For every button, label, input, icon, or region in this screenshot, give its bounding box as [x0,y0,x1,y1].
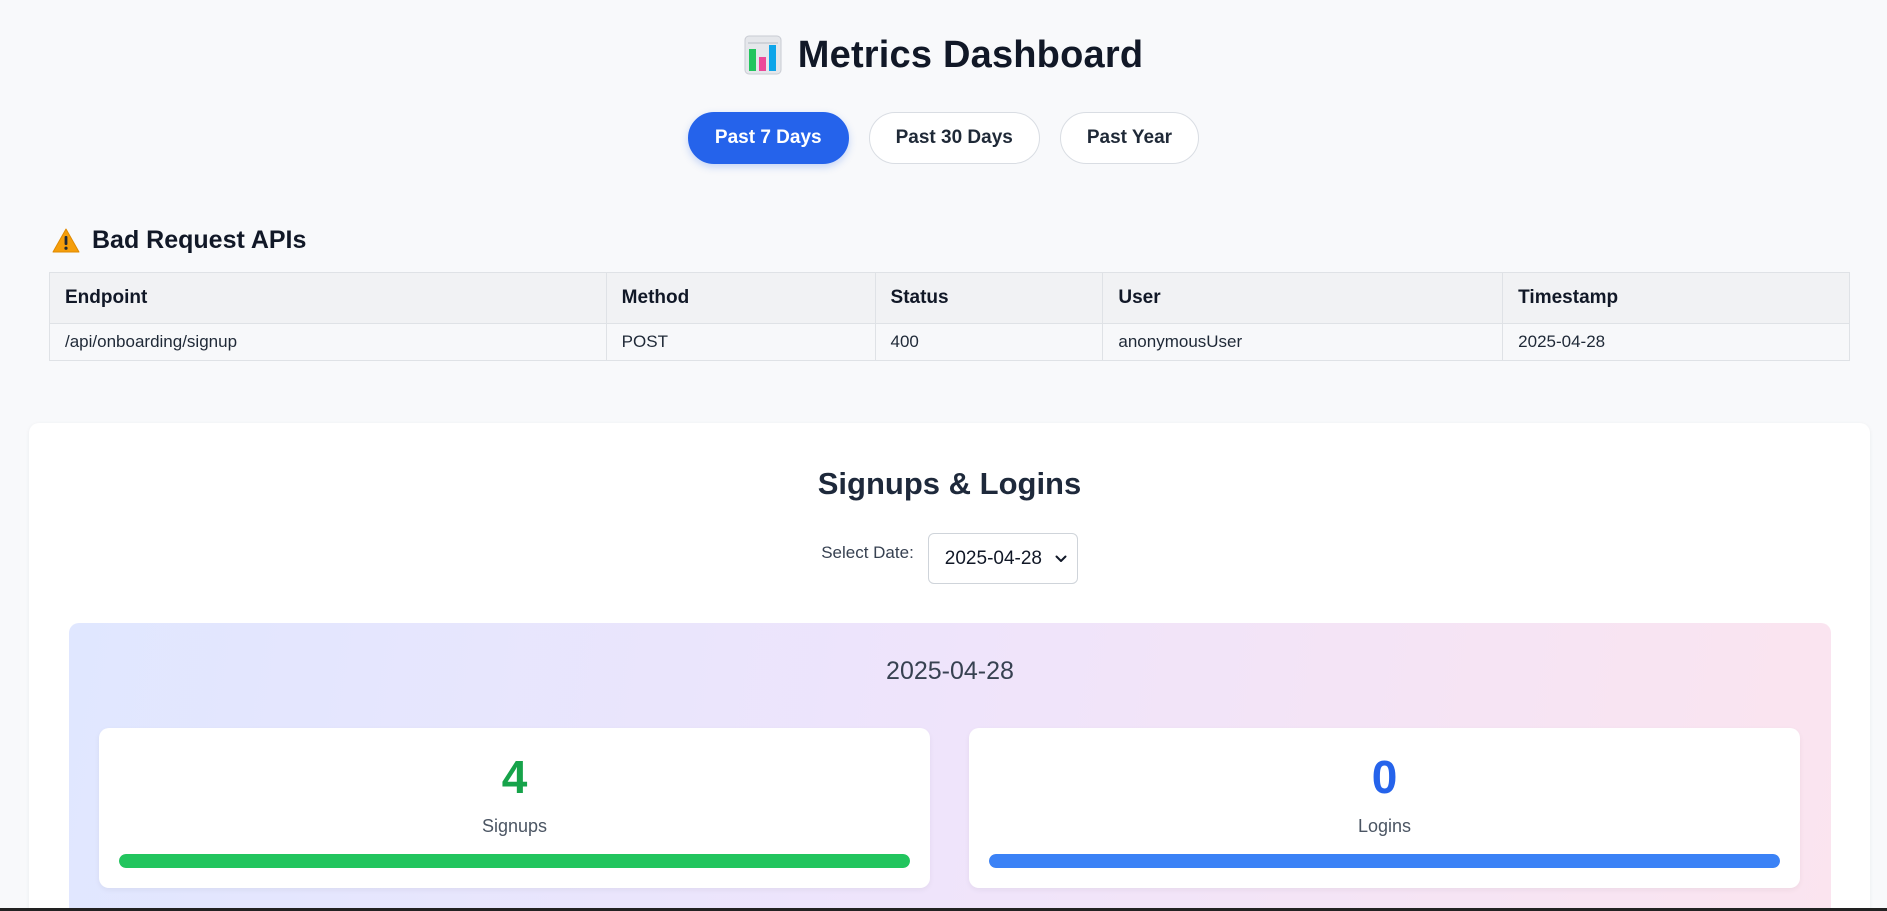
tab-past-30-days[interactable]: Past 30 Days [868,112,1040,164]
table-header-row: Endpoint Method Status User Timestamp [49,272,1850,324]
logins-stat-card: 0 Logins [969,728,1800,888]
signups-label: Signups [481,816,548,836]
metrics-panel: 2025-04-28 4 Signups 0 Logins [69,623,1831,911]
date-selector-row: Select Date: 2025-04-28 [29,533,1870,584]
cell-method: POST [605,323,876,361]
date-select[interactable]: 2025-04-28 [927,533,1078,584]
warning-icon [52,228,80,253]
cell-endpoint: /api/onboarding/signup [49,323,607,361]
bar-chart-icon [744,35,782,75]
tab-past-7-days[interactable]: Past 7 Days [687,112,849,164]
bad-requests-table: Endpoint Method Status User Timestamp /a… [49,272,1850,361]
tab-past-year[interactable]: Past Year [1059,112,1200,164]
signups-progress-bar [119,854,910,868]
logins-progress-fill [989,854,1780,868]
logins-value: 0 [1371,751,1398,803]
date-select-value: 2025-04-28 [944,547,1042,569]
signups-stat-card: 4 Signups [99,728,930,888]
chevron-down-icon [1055,555,1067,562]
bad-requests-section: Bad Request APIs Endpoint Method Status … [49,226,1850,361]
cell-status: 400 [874,323,1104,361]
cell-timestamp: 2025-04-28 [1502,323,1850,361]
page-title: Metrics Dashboard [797,33,1144,76]
signups-progress-fill [119,854,910,868]
bad-requests-title: Bad Request APIs [92,226,307,254]
panel-date: 2025-04-28 [886,657,1014,685]
column-header-status: Status [874,272,1104,324]
bad-requests-heading: Bad Request APIs [49,226,1850,255]
range-tabs: Past 7 Days Past 30 Days Past Year [0,112,1887,164]
cell-user: anonymousUser [1102,323,1504,361]
signups-logins-title: Signups & Logins [817,466,1082,501]
column-header-endpoint: Endpoint [49,272,607,324]
column-header-user: User [1102,272,1504,324]
logins-progress-bar [989,854,1780,868]
column-header-timestamp: Timestamp [1502,272,1850,324]
header: Metrics Dashboard [0,0,1887,80]
select-date-label: Select Date: [821,542,914,562]
signups-value: 4 [501,751,528,803]
table-row: /api/onboarding/signup POST 400 anonymou… [49,323,1850,361]
column-header-method: Method [605,272,876,324]
logins-label: Logins [1357,816,1412,836]
signups-logins-card: Signups & Logins Select Date: 2025-04-28… [29,423,1870,911]
